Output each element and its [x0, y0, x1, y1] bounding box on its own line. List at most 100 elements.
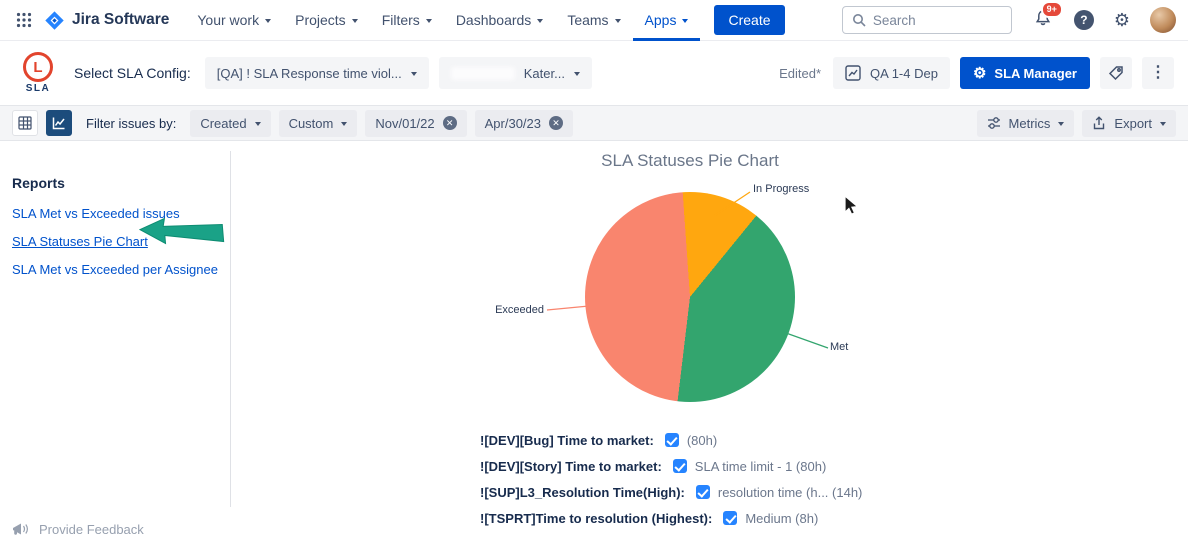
chevron-down-icon: [1160, 122, 1166, 126]
sla-logo-letter: L: [33, 59, 42, 76]
checkbox-checked[interactable]: [673, 459, 687, 473]
checkbox-checked[interactable]: [696, 485, 710, 499]
sla-logo-text: SLA: [26, 83, 51, 94]
project-dropdown-value: Kater...: [524, 66, 565, 81]
nav-your-work[interactable]: Your work: [185, 0, 283, 41]
checkbox-checked[interactable]: [723, 511, 737, 525]
nav-teams[interactable]: Teams: [555, 0, 632, 41]
sla-row-value: SLA time limit - 1 (80h): [695, 459, 827, 474]
custom-value: Custom: [289, 116, 334, 131]
select-sla-config-label: Select SLA Config:: [74, 65, 191, 81]
created-dropdown[interactable]: Created: [190, 110, 270, 137]
chevron-down-icon: [537, 19, 543, 23]
pie-chart[interactable]: [585, 192, 795, 402]
date-to-chip[interactable]: Apr/30/23 ✕: [475, 110, 573, 137]
metrics-button[interactable]: Metrics: [977, 110, 1075, 137]
sla-row-value: resolution time (h... (14h): [718, 485, 863, 500]
filter-bar: Filter issues by: Created Custom Nov/01/…: [0, 105, 1188, 141]
sidebar-divider: [230, 151, 231, 507]
sla-app-logo: L SLA: [14, 52, 62, 94]
custom-range-dropdown[interactable]: Custom: [279, 110, 358, 137]
qa-dep-button[interactable]: QA 1-4 Dep: [833, 57, 950, 89]
sla-row-label: ![DEV][Bug] Time to market:: [480, 433, 654, 448]
line-chart-icon: [845, 65, 861, 81]
sla-config-rows: ![DEV][Bug] Time to market: (80h) ![DEV]…: [480, 430, 862, 528]
notification-badge: 9+: [1041, 1, 1063, 18]
nav-apps[interactable]: Apps: [633, 0, 701, 41]
app-switcher-button[interactable]: [12, 8, 36, 32]
search-icon: [852, 13, 866, 27]
sla-row-label: ![DEV][Story] Time to market:: [480, 459, 662, 474]
notifications-button[interactable]: 9+: [1034, 9, 1052, 32]
table-icon: [18, 116, 32, 130]
brand-name: Jira Software: [72, 11, 169, 29]
provide-feedback-link[interactable]: Provide Feedback: [12, 522, 144, 537]
sidebar-item-statuses-pie-chart[interactable]: SLA Statuses Pie Chart: [12, 234, 230, 249]
tag-button[interactable]: [1100, 57, 1132, 89]
nav-label: Filters: [382, 12, 420, 28]
search-box[interactable]: [842, 6, 1012, 34]
project-dropdown[interactable]: Kater...: [439, 57, 592, 89]
sla-row: ![TSPRT]Time to resolution (Highest): Me…: [480, 508, 862, 528]
grid-dots-icon: [16, 12, 32, 28]
sidebar-item-met-vs-exceeded[interactable]: SLA Met vs Exceeded issues: [12, 206, 230, 221]
chevron-down-icon: [682, 19, 688, 23]
sidebar-item-met-vs-exceeded-assignee[interactable]: SLA Met vs Exceeded per Assignee: [12, 262, 230, 277]
sla-config-value: [QA] ! SLA Response time viol...: [217, 66, 402, 81]
sla-config-bar: L SLA Select SLA Config: [QA] ! SLA Resp…: [0, 41, 1188, 105]
chevron-down-icon: [574, 72, 580, 76]
sla-row-label: ![TSPRT]Time to resolution (Highest):: [480, 511, 712, 526]
nav-label: Projects: [295, 12, 346, 28]
sla-stopwatch-icon: L: [23, 52, 53, 82]
chevron-down-icon: [1058, 122, 1064, 126]
feedback-label: Provide Feedback: [39, 522, 144, 537]
close-icon[interactable]: ✕: [549, 116, 563, 130]
sla-config-dropdown[interactable]: [QA] ! SLA Response time viol...: [205, 57, 429, 89]
jira-home-link[interactable]: Jira Software: [44, 10, 169, 31]
reports-heading: Reports: [12, 175, 230, 191]
search-input[interactable]: [873, 13, 983, 28]
primary-nav: Your work Projects Filters Dashboards Te…: [185, 0, 700, 41]
chart-view-toggle[interactable]: [46, 110, 72, 136]
sla-manager-label: SLA Manager: [994, 66, 1077, 81]
sla-row: ![DEV][Bug] Time to market: (80h): [480, 430, 862, 450]
chevron-down-icon: [411, 72, 417, 76]
user-avatar[interactable]: [1150, 7, 1176, 33]
chart-title: SLA Statuses Pie Chart: [540, 151, 840, 171]
reports-sidebar: Reports SLA Met vs Exceeded issues SLA S…: [0, 141, 230, 557]
chevron-down-icon: [426, 19, 432, 23]
more-options-button[interactable]: ⋮: [1142, 57, 1174, 89]
create-button[interactable]: Create: [714, 5, 784, 35]
nav-projects[interactable]: Projects: [283, 0, 370, 41]
jira-sla-page: Jira Software Your work Projects Filters…: [0, 0, 1188, 558]
qa-dep-label: QA 1-4 Dep: [870, 66, 938, 81]
gear-icon: ⚙: [973, 66, 986, 81]
date-from-chip[interactable]: Nov/01/22 ✕: [365, 110, 466, 137]
chevron-down-icon: [352, 19, 358, 23]
nav-filters[interactable]: Filters: [370, 0, 444, 41]
checkbox-checked[interactable]: [665, 433, 679, 447]
pie-label-exceeded: Exceeded: [494, 304, 544, 316]
settings-gear-icon[interactable]: ⚙: [1114, 11, 1130, 29]
help-button[interactable]: ?: [1074, 10, 1094, 30]
sla-row-label: ![SUP]L3_Resolution Time(High):: [480, 485, 685, 500]
metrics-label: Metrics: [1009, 116, 1051, 131]
chevron-down-icon: [265, 19, 271, 23]
export-label: Export: [1114, 116, 1152, 131]
table-view-toggle[interactable]: [12, 110, 38, 136]
export-icon: [1092, 116, 1106, 130]
pie-label-in-progress: In Progress: [753, 183, 809, 195]
kebab-icon: ⋮: [1150, 65, 1166, 81]
date-to-value: Apr/30/23: [485, 116, 541, 131]
chevron-down-icon: [615, 19, 621, 23]
chevron-down-icon: [341, 122, 347, 126]
export-button[interactable]: Export: [1082, 110, 1176, 137]
filter-issues-label: Filter issues by:: [86, 116, 176, 131]
sla-row: ![DEV][Story] Time to market: SLA time l…: [480, 456, 862, 476]
close-icon[interactable]: ✕: [443, 116, 457, 130]
nav-dashboards[interactable]: Dashboards: [444, 0, 556, 41]
sla-row: ![SUP]L3_Resolution Time(High): resoluti…: [480, 482, 862, 502]
top-navigation: Jira Software Your work Projects Filters…: [0, 0, 1188, 41]
sla-manager-button[interactable]: ⚙ SLA Manager: [960, 57, 1090, 89]
chevron-down-icon: [255, 122, 261, 126]
